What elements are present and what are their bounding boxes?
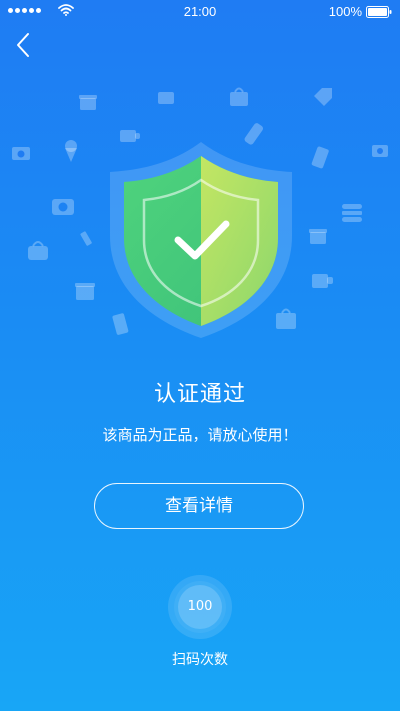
camera-icon: [12, 147, 30, 160]
status-bar: 21:00 100%: [0, 0, 400, 24]
ice-cream-icon: [65, 140, 77, 162]
chevron-left-icon: [17, 33, 29, 57]
battery-icon: [366, 6, 392, 18]
camera-icon-mid: [52, 199, 74, 215]
result-subtitle: 该商品为正品，请放心使用！: [102, 426, 298, 444]
battery-percentage: 100%: [328, 4, 362, 19]
result-title: 认证通过: [153, 382, 246, 407]
bag-icon: [230, 87, 248, 106]
tag-icon: [314, 88, 332, 106]
scan-count-badge: 100: [168, 575, 232, 639]
lipstick-icon: [80, 231, 92, 246]
gift-icon-right: [309, 229, 327, 244]
phone-icon: [311, 146, 329, 169]
view-details-button[interactable]: 查看详情: [94, 483, 304, 529]
burger-icon: [342, 204, 362, 222]
coffee-icon-lower: [312, 274, 333, 288]
card-icon: [158, 92, 174, 104]
back-button[interactable]: [10, 30, 38, 60]
handbag-icon: [28, 241, 48, 260]
scan-count-label: 扫码次数: [172, 652, 228, 668]
shield-check-icon: [110, 142, 292, 338]
verification-result-screen: 21:00 100% 认证通过 该商品为正品，请放心使用！ 查看详情 100 扫…: [0, 0, 400, 711]
gift-icon: [79, 95, 97, 110]
scan-count-value: 100: [187, 599, 213, 614]
gift-icon-lower: [75, 283, 95, 300]
camera-icon-right: [372, 145, 388, 157]
